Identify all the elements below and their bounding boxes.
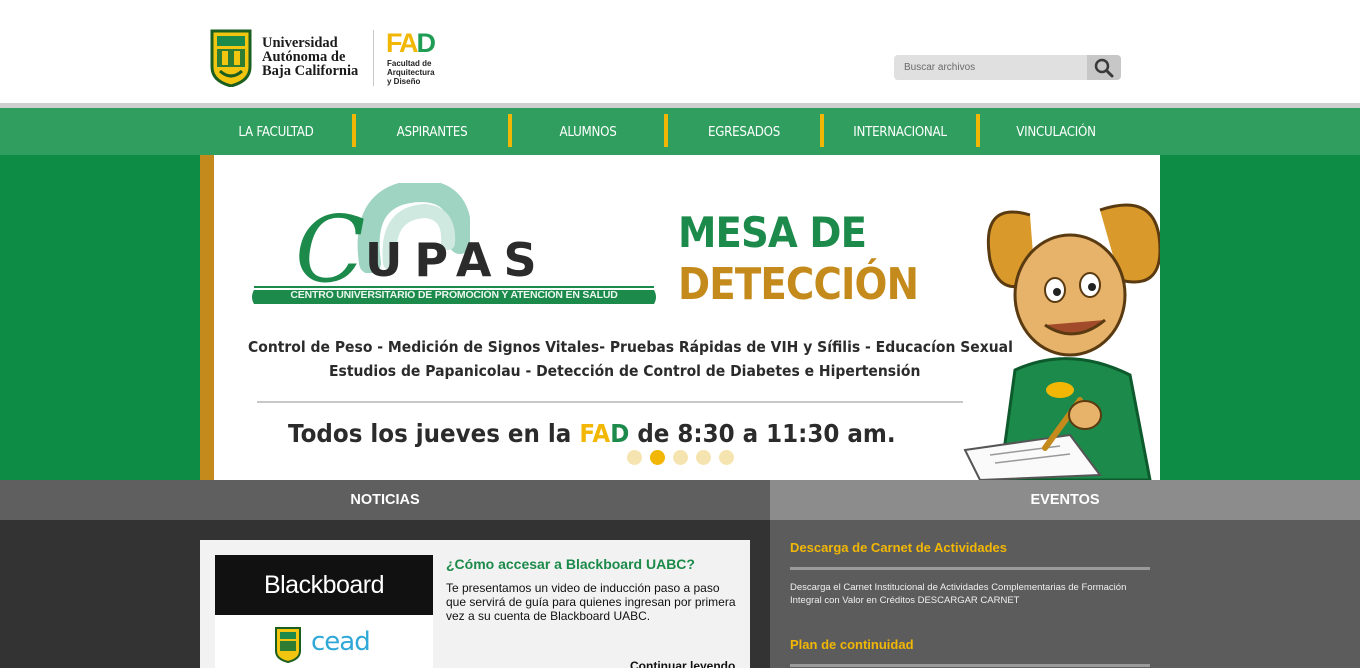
fad-logo-a: A	[399, 28, 418, 58]
cead-logo: cead	[311, 627, 371, 657]
hero-slide[interactable]: C UPAS CENTRO UNIVERSITARIO DE PROMOCIÓN…	[200, 155, 1160, 480]
fad-subtitle: Facultad de Arquitectura y Diseño	[387, 59, 435, 86]
nav-item-la-facultad[interactable]: LA FACULTAD	[207, 108, 344, 155]
schedule-fad-mark: FAD	[579, 419, 629, 448]
nav-item-egresados[interactable]: EGRESADOS	[675, 108, 812, 155]
blackboard-logo-text: Blackboard	[263, 570, 385, 599]
search-input[interactable]	[894, 55, 1087, 80]
slide-divider	[257, 401, 963, 403]
fad-subtitle-line1: Facultad de	[387, 59, 432, 68]
fad-subtitle-line3: y Diseño	[387, 77, 421, 86]
news-thumbnail[interactable]: Blackboard cead	[215, 555, 433, 668]
slide-headline-1: MESA DE	[678, 208, 867, 257]
schedule-prefix: Todos los jueves en la	[288, 419, 580, 448]
university-name-line1: Universidad	[262, 35, 338, 51]
nav-separator	[664, 114, 668, 147]
slider-dot-2[interactable]	[650, 450, 665, 465]
news-title[interactable]: ¿Cómo accesar a Blackboard UABC?	[446, 556, 695, 572]
university-name-line3: Baja California	[262, 63, 359, 79]
search-box	[894, 55, 1121, 80]
slide-headline-2: DETECCIÓN	[678, 259, 919, 310]
uabc-mini-shield	[275, 627, 301, 663]
site-header: Universidad Autónoma de Baja California …	[0, 0, 1360, 103]
schedule-fad-f: F	[579, 419, 593, 448]
event-text-carnet: Descarga el Carnet Institucional de Acti…	[790, 582, 1127, 606]
schedule-fad-d: D	[610, 419, 630, 448]
slide-accent-bar	[200, 155, 214, 480]
slider-dot-3[interactable]	[673, 450, 688, 465]
slide-schedule: Todos los jueves en la FAD de 8:30 a 11:…	[288, 419, 896, 448]
news-heading[interactable]: NOTICIAS	[0, 480, 770, 520]
slide-services-line-1: Control de Peso - Medición de Signos Vit…	[248, 338, 1013, 356]
event-divider	[790, 567, 1150, 570]
ram-mascot-illustration	[963, 203, 1160, 480]
event-title-plan[interactable]: Plan de continuidad	[790, 637, 914, 652]
event-divider	[790, 664, 1150, 667]
schedule-suffix: de 8:30 a 11:30 am.	[629, 419, 896, 448]
fad-logo[interactable]: FAD	[386, 28, 436, 58]
news-read-more-link[interactable]: Continuar leyendo	[630, 659, 735, 668]
nav-separator	[820, 114, 824, 147]
slider-dot-1[interactable]	[627, 450, 642, 465]
search-button[interactable]	[1087, 55, 1121, 80]
nav-item-internacional[interactable]: INTERNACIONAL	[831, 108, 968, 155]
schedule-fad-a: A	[592, 419, 611, 448]
cupas-word: UPAS	[365, 233, 549, 287]
cupas-tagline: CENTRO UNIVERSITARIO DE PROMOCIÓN Y ATEN…	[290, 289, 618, 301]
nav-item-aspirantes[interactable]: ASPIRANTES	[363, 108, 500, 155]
university-name-line2: Autónoma de	[262, 49, 346, 65]
slide-services-line-2: Estudios de Papanicolau - Detección de C…	[329, 362, 921, 380]
fad-subtitle-line2: Arquitectura	[387, 68, 435, 77]
search-icon	[1094, 58, 1114, 78]
fad-logo-d: D	[416, 28, 436, 58]
slider-dot-5[interactable]	[719, 450, 734, 465]
uabc-shield-logo[interactable]	[210, 29, 252, 87]
slider-dots	[627, 450, 734, 465]
nav-item-alumnos[interactable]: ALUMNOS	[519, 108, 656, 155]
blackboard-logo: Blackboard	[215, 555, 433, 615]
events-heading[interactable]: EVENTOS	[770, 480, 1360, 520]
nav-separator	[352, 114, 356, 147]
nav-item-vinculacion[interactable]: VINCULACIÓN	[987, 108, 1124, 155]
event-title-carnet[interactable]: Descarga de Carnet de Actividades	[790, 540, 1007, 555]
slider-dot-4[interactable]	[696, 450, 711, 465]
fad-logo-f: F	[386, 28, 401, 58]
nav-separator	[508, 114, 512, 147]
news-excerpt: Te presentamos un video de inducción pas…	[446, 581, 736, 623]
header-divider	[373, 30, 374, 86]
university-name[interactable]: Universidad Autónoma de Baja California	[262, 35, 359, 79]
main-nav: LA FACULTAD ASPIRANTES ALUMNOS EGRESADOS…	[0, 108, 1360, 155]
nav-separator	[976, 114, 980, 147]
